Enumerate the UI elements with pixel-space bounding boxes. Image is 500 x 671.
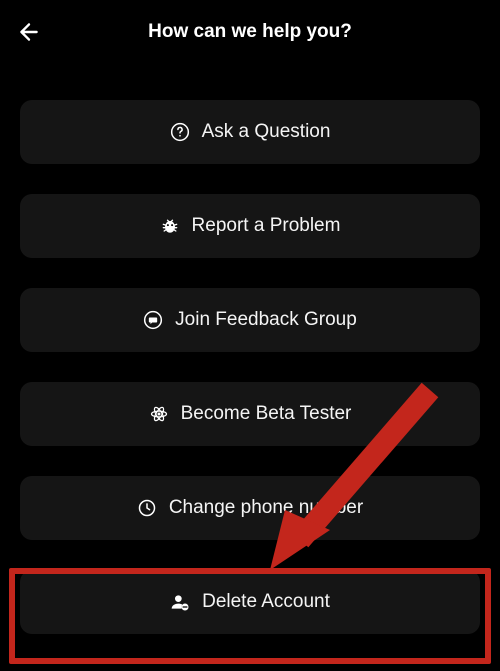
- account-remove-icon: [170, 592, 190, 612]
- join-feedback-label: Join Feedback Group: [175, 309, 357, 331]
- ask-question-button[interactable]: Ask a Question: [20, 100, 480, 164]
- clock-icon: [137, 498, 157, 518]
- change-phone-label: Change phone number: [169, 497, 363, 519]
- options-list: Ask a Question Report a Problem Join Fee…: [0, 64, 500, 634]
- delete-account-label: Delete Account: [202, 591, 330, 613]
- atom-icon: [149, 404, 169, 424]
- page-title: How can we help you?: [16, 21, 484, 43]
- bug-icon: [160, 216, 180, 236]
- delete-account-button[interactable]: Delete Account: [20, 570, 480, 634]
- question-circle-icon: [170, 122, 190, 142]
- beta-tester-button[interactable]: Become Beta Tester: [20, 382, 480, 446]
- join-feedback-button[interactable]: Join Feedback Group: [20, 288, 480, 352]
- back-arrow-icon: [16, 19, 42, 45]
- report-problem-button[interactable]: Report a Problem: [20, 194, 480, 258]
- chat-circle-icon: [143, 310, 163, 330]
- report-problem-label: Report a Problem: [192, 215, 341, 237]
- ask-question-label: Ask a Question: [202, 121, 331, 143]
- header: How can we help you?: [0, 0, 500, 64]
- beta-tester-label: Become Beta Tester: [181, 403, 352, 425]
- back-button[interactable]: [16, 19, 42, 45]
- change-phone-button[interactable]: Change phone number: [20, 476, 480, 540]
